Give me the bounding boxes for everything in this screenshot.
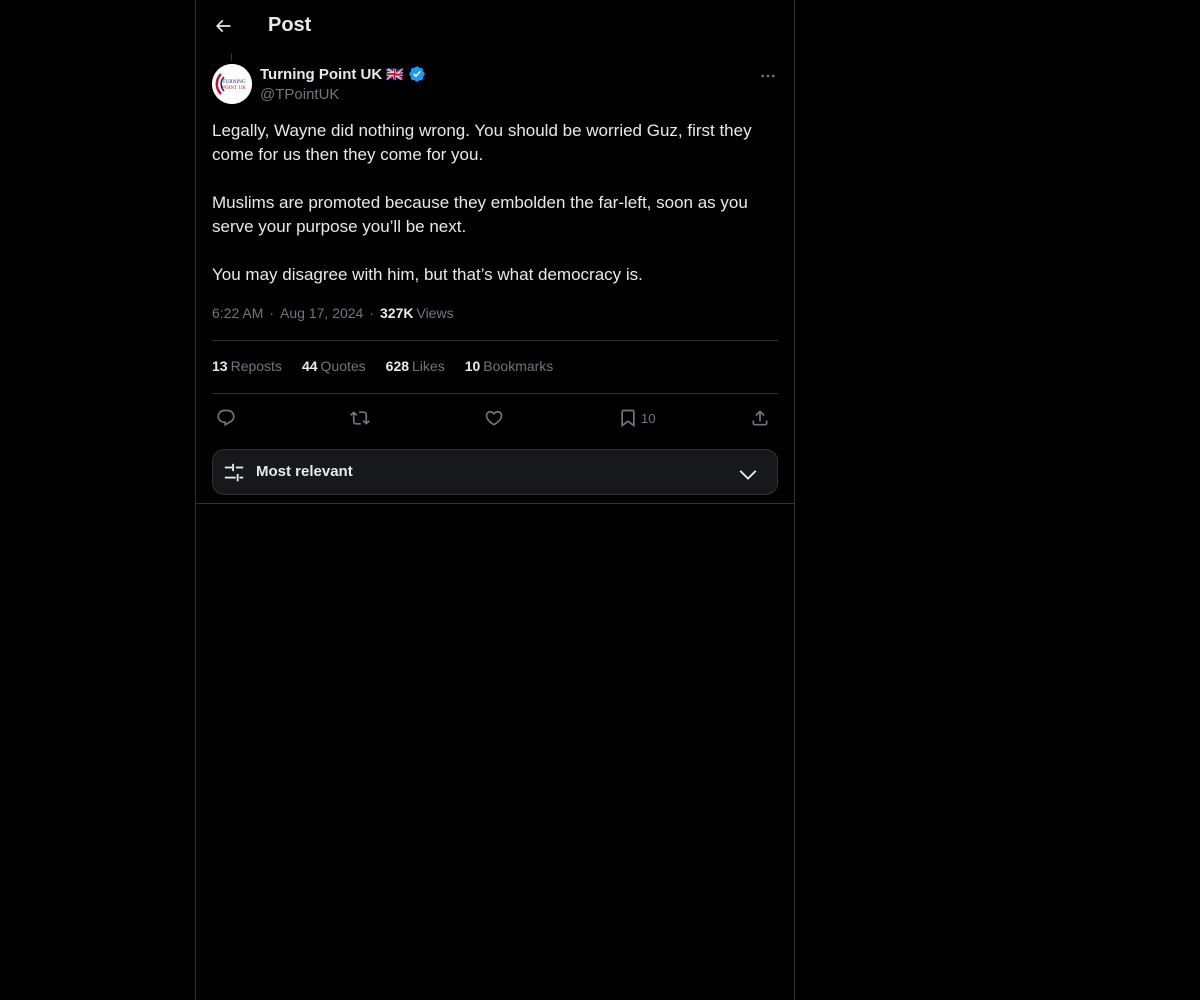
avatar[interactable]: TURNING POINT UK: [212, 64, 252, 104]
sort-label: Most relevant: [256, 463, 353, 480]
divider: [212, 393, 778, 394]
likes-stat[interactable]: 628 Likes: [386, 358, 445, 374]
like-icon: [485, 410, 503, 426]
reposts-label: Reposts: [230, 358, 282, 374]
post-date[interactable]: Aug 17, 2024: [280, 305, 363, 321]
bookmark-button[interactable]: 10: [618, 404, 655, 432]
reposts-stat[interactable]: 13 Reposts: [212, 358, 282, 374]
likes-label: Likes: [412, 358, 445, 374]
chevron-down-icon: [739, 470, 757, 480]
flag-emoji: 🇬🇧: [386, 65, 404, 82]
engagement-stats: 13 Reposts 44 Quotes 628 Likes 10 Bookmarks: [212, 358, 553, 374]
avatar-logo: TURNING POINT UK: [212, 64, 252, 104]
repost-icon: [350, 411, 370, 425]
author-name[interactable]: Turning Point UK: [260, 66, 382, 83]
thread-line: [231, 53, 232, 61]
sort-replies-dropdown[interactable]: Most relevant: [212, 449, 778, 495]
main-column: Post TURNING POINT UK Turning Point UK 🇬…: [195, 0, 795, 1000]
verified-badge-icon: [408, 66, 425, 82]
author-name-row[interactable]: Turning Point UK 🇬🇧: [260, 65, 426, 83]
divider: [196, 503, 794, 504]
reply-button[interactable]: [216, 404, 236, 432]
quotes-label: Quotes: [320, 358, 366, 374]
sort-sliders-icon: [224, 463, 244, 482]
top-bar: Post: [196, 0, 794, 53]
bookmark-count: 10: [641, 410, 656, 426]
bookmarks-count: 10: [464, 358, 481, 374]
post-time[interactable]: 6:22 AM: [212, 305, 263, 321]
quotes-stat[interactable]: 44 Quotes: [302, 358, 366, 374]
separator-dot: ·: [369, 305, 375, 321]
author-handle[interactable]: @TPointUK: [260, 86, 339, 103]
bookmarks-stat[interactable]: 10 Bookmarks: [465, 358, 554, 374]
quotes-count: 44: [301, 358, 318, 374]
post-paragraph: You may disagree with him, but that’s wh…: [212, 265, 643, 284]
action-bar: 10: [212, 404, 778, 432]
reply-icon: [217, 409, 235, 427]
divider: [212, 340, 778, 341]
post-paragraph: Legally, Wayne did nothing wrong. You sh…: [212, 121, 752, 164]
back-button[interactable]: [208, 11, 238, 41]
repost-button[interactable]: [350, 404, 370, 432]
page-title: Post: [268, 14, 312, 36]
share-button[interactable]: [750, 404, 770, 432]
separator-dot: ·: [269, 305, 275, 321]
reposts-count: 13: [212, 358, 228, 374]
post-paragraph: Muslims are promoted because they embold…: [212, 193, 748, 236]
views-label: Views: [416, 305, 454, 321]
share-icon: [752, 410, 768, 426]
post-meta: 6:22 AM · Aug 17, 2024 · 327K Views: [212, 305, 454, 321]
bookmark-icon: [621, 409, 635, 428]
bookmarks-label: Bookmarks: [483, 358, 554, 374]
svg-text:POINT UK: POINT UK: [222, 85, 246, 91]
views-count: 327K: [380, 305, 414, 321]
like-button[interactable]: [484, 404, 504, 432]
back-arrow-icon: [215, 19, 231, 33]
likes-count: 628: [385, 358, 410, 374]
more-options-button[interactable]: [756, 66, 780, 86]
post-text: Legally, Wayne did nothing wrong. You sh…: [212, 119, 778, 287]
more-dots-icon: [761, 74, 775, 78]
